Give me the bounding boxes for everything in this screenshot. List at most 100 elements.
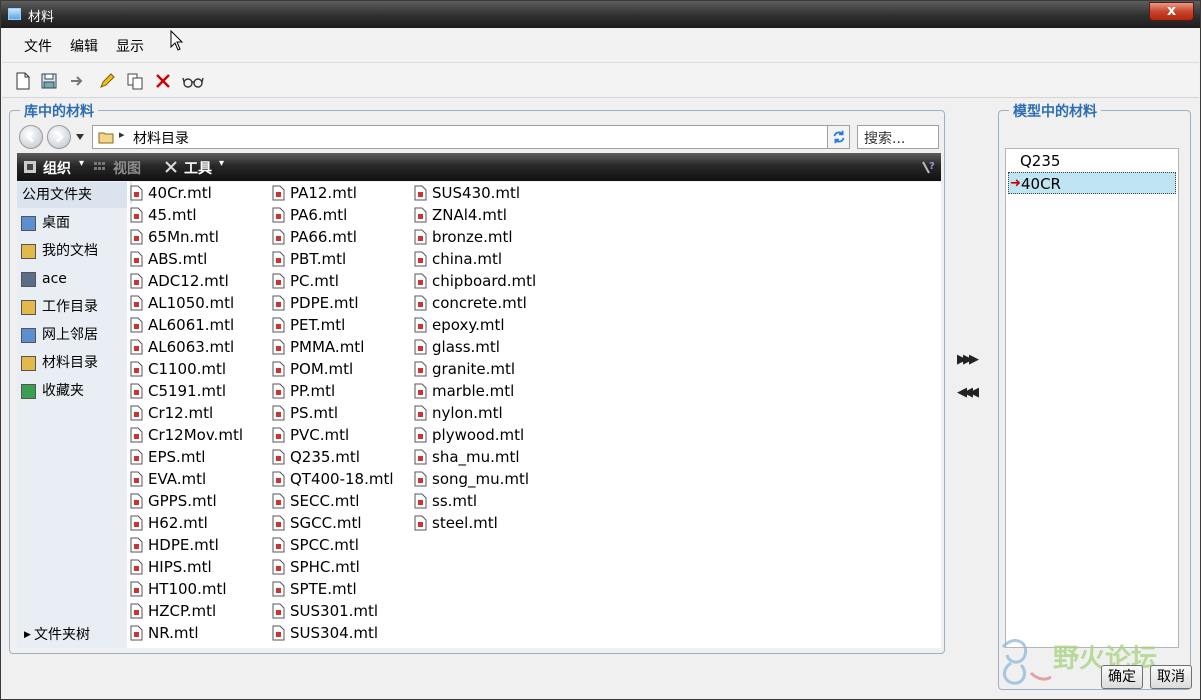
- file-name: nylon.mtl: [432, 404, 503, 422]
- material-file-icon: [130, 493, 143, 509]
- file-name: SGCC.mtl: [290, 514, 362, 532]
- file-name: PA6.mtl: [290, 206, 348, 224]
- file-name: china.mtl: [432, 250, 503, 268]
- sidebar: 公用文件夹 桌面 我的文档 ace 工作目录网上邻居材料目录收藏夹 ▶ 文件夹树: [17, 182, 127, 648]
- organize-menu[interactable]: 组织: [43, 158, 71, 178]
- material-file-icon: [272, 317, 285, 333]
- remove-from-model-button[interactable]: ◀◀◀: [957, 385, 987, 405]
- material-file-icon: [130, 317, 143, 333]
- file-name: C5191.mtl: [148, 382, 227, 400]
- copy-icon[interactable]: [126, 72, 144, 90]
- file-name: plywood.mtl: [432, 426, 525, 444]
- menu-file[interactable]: 文件: [24, 36, 52, 56]
- file-name: NR.mtl: [148, 624, 199, 642]
- arrow-icon[interactable]: [68, 72, 86, 90]
- forward-button[interactable]: [47, 125, 71, 149]
- sidebar-item-label: 网上邻居: [42, 327, 98, 343]
- refresh-icon: [833, 130, 844, 144]
- model-material-item[interactable]: ➜ 40CR: [1008, 172, 1176, 194]
- folder-tree-toggle[interactable]: ▶ 文件夹树: [17, 622, 127, 648]
- file-item[interactable]: 40Cr.mtl: [130, 182, 212, 204]
- material-file-icon: [130, 537, 143, 553]
- material-file-icon: [272, 515, 285, 531]
- sidebar-item[interactable]: 我的文档: [17, 238, 127, 264]
- material-file-icon: [272, 405, 285, 421]
- new-icon[interactable]: [14, 72, 32, 90]
- refresh-button[interactable]: [827, 125, 850, 149]
- file-name: PA66.mtl: [290, 228, 357, 246]
- title-bar[interactable]: 材料 x: [1, 1, 1200, 28]
- material-file-icon: [414, 427, 427, 443]
- window-title: 材料: [28, 10, 55, 25]
- file-name: bronze.mtl: [432, 228, 513, 246]
- material-file-icon: [414, 449, 427, 465]
- views-icon: [94, 162, 105, 170]
- file-name: concrete.mtl: [432, 294, 527, 312]
- material-file-icon: [272, 383, 285, 399]
- material-file-icon: [130, 559, 143, 575]
- material-file-icon: [130, 295, 143, 311]
- documents-icon: [21, 244, 36, 259]
- material-file-icon: [130, 383, 143, 399]
- material-file-icon: [130, 515, 143, 531]
- sidebar-item[interactable]: ace: [17, 266, 127, 292]
- file-name: H62.mtl: [148, 514, 208, 532]
- sidebar-item-label: 收藏夹: [42, 383, 84, 399]
- material-file-icon: [414, 361, 427, 377]
- menu-view[interactable]: 显示: [116, 36, 144, 56]
- file-name: Cr12Mov.mtl: [148, 426, 243, 444]
- add-to-model-button[interactable]: ▶▶▶: [957, 352, 987, 372]
- sidebar-item[interactable]: 材料目录: [17, 350, 127, 376]
- user-icon: [21, 272, 36, 287]
- network-icon: [21, 328, 36, 343]
- views-menu[interactable]: 视图: [113, 158, 141, 178]
- model-material-item[interactable]: Q235: [1008, 150, 1176, 172]
- file-name: SECC.mtl: [290, 492, 360, 510]
- current-marker-icon: ➜: [1010, 176, 1021, 191]
- sidebar-item[interactable]: 网上邻居: [17, 322, 127, 348]
- delete-icon[interactable]: [154, 72, 172, 90]
- file-name: ADC12.mtl: [148, 272, 229, 290]
- material-file-icon: [130, 207, 143, 223]
- command-bar: 组织 ▾ 视图 工具 ▾ ?: [17, 153, 941, 181]
- search-input[interactable]: 搜索...: [857, 125, 939, 149]
- cancel-button[interactable]: 取消: [1150, 665, 1192, 689]
- close-button[interactable]: x: [1149, 2, 1194, 21]
- file-name: PET.mtl: [290, 316, 346, 334]
- address-field[interactable]: ▸ 材料目录: [92, 125, 844, 149]
- sidebar-item[interactable]: 收藏夹: [17, 378, 127, 404]
- history-dropdown-icon[interactable]: [75, 133, 85, 141]
- file-name: SUS301.mtl: [290, 602, 379, 620]
- save-icon[interactable]: [40, 72, 58, 90]
- workdir-icon: [21, 300, 36, 315]
- material-file-icon: [272, 625, 285, 641]
- ok-button[interactable]: 确定: [1101, 665, 1143, 689]
- help-icon[interactable]: ?: [921, 159, 937, 175]
- file-name: ABS.mtl: [148, 250, 208, 268]
- tools-menu[interactable]: 工具: [184, 158, 212, 178]
- organize-icon: [24, 161, 36, 173]
- material-file-icon: [130, 405, 143, 421]
- file-name: AL6063.mtl: [148, 338, 235, 356]
- file-name: HT100.mtl: [148, 580, 227, 598]
- sidebar-item-label: 工作目录: [42, 299, 98, 315]
- file-list: 40Cr.mtl 45.mtl 65Mn.mtl ABS.mtl ADC12.mtl AL…: [127, 182, 941, 648]
- tools-chevron-icon: ▾: [219, 158, 225, 169]
- material-file-icon: [130, 449, 143, 465]
- sidebar-item[interactable]: 桌面: [17, 210, 127, 236]
- expand-icon: ▶: [24, 630, 31, 640]
- file-name: HIPS.mtl: [148, 558, 212, 576]
- material-file-icon: [272, 251, 285, 267]
- glasses-icon[interactable]: [182, 72, 204, 90]
- address-path[interactable]: 材料目录: [133, 128, 189, 148]
- file-name: Q235.mtl: [290, 448, 360, 466]
- menu-edit[interactable]: 编辑: [70, 36, 98, 56]
- material-file-icon: [414, 229, 427, 245]
- edit-icon[interactable]: [98, 72, 116, 90]
- back-button[interactable]: [19, 125, 43, 149]
- file-name: epoxy.mtl: [432, 316, 505, 334]
- material-file-icon: [414, 383, 427, 399]
- material-file-icon: [130, 273, 143, 289]
- sidebar-item[interactable]: 工作目录: [17, 294, 127, 320]
- sidebar-item[interactable]: 公用文件夹: [17, 182, 127, 208]
